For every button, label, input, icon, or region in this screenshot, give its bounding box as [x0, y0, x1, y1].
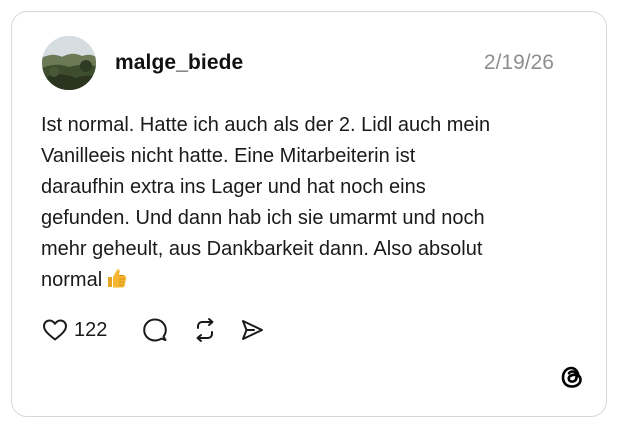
heart-icon	[43, 319, 67, 341]
thumbs-up-icon	[106, 267, 128, 299]
comment-icon	[143, 318, 167, 342]
share-button[interactable]	[239, 316, 265, 344]
post-date: 2/19/26	[483, 51, 554, 74]
post-text: Ist normal. Hatte ich auch als der 2. Li…	[41, 110, 581, 299]
post-text-line: normal	[41, 269, 103, 291]
like-count: 122	[74, 318, 108, 341]
post-text-last-line: normal	[41, 265, 581, 299]
reply-button[interactable]	[142, 316, 168, 344]
post-text-line: Ist normal. Hatte ich auch als der 2. Li…	[41, 114, 491, 136]
post-text-line: mehr geheult, aus Dankbarkeit dann. Also…	[41, 238, 483, 260]
post-card: malge_biede 2/19/26 Ist normal. Hatte ic…	[11, 11, 607, 417]
like-button[interactable]: 122	[42, 316, 107, 344]
post-text-line: daraufhin extra ins Lager und hat noch e…	[41, 176, 426, 198]
repost-button[interactable]	[192, 316, 218, 344]
share-icon	[242, 320, 263, 340]
threads-logo-icon[interactable]	[558, 363, 586, 391]
avatar-image	[42, 36, 96, 90]
repost-icon	[196, 318, 214, 342]
post-text-line: gefunden. Und dann hab ich sie umarmt un…	[41, 207, 485, 229]
avatar[interactable]	[42, 36, 96, 90]
post-text-line: Vanilleeis nicht hatte. Eine Mitarbeiter…	[41, 145, 416, 167]
username[interactable]: malge_biede	[115, 51, 243, 75]
